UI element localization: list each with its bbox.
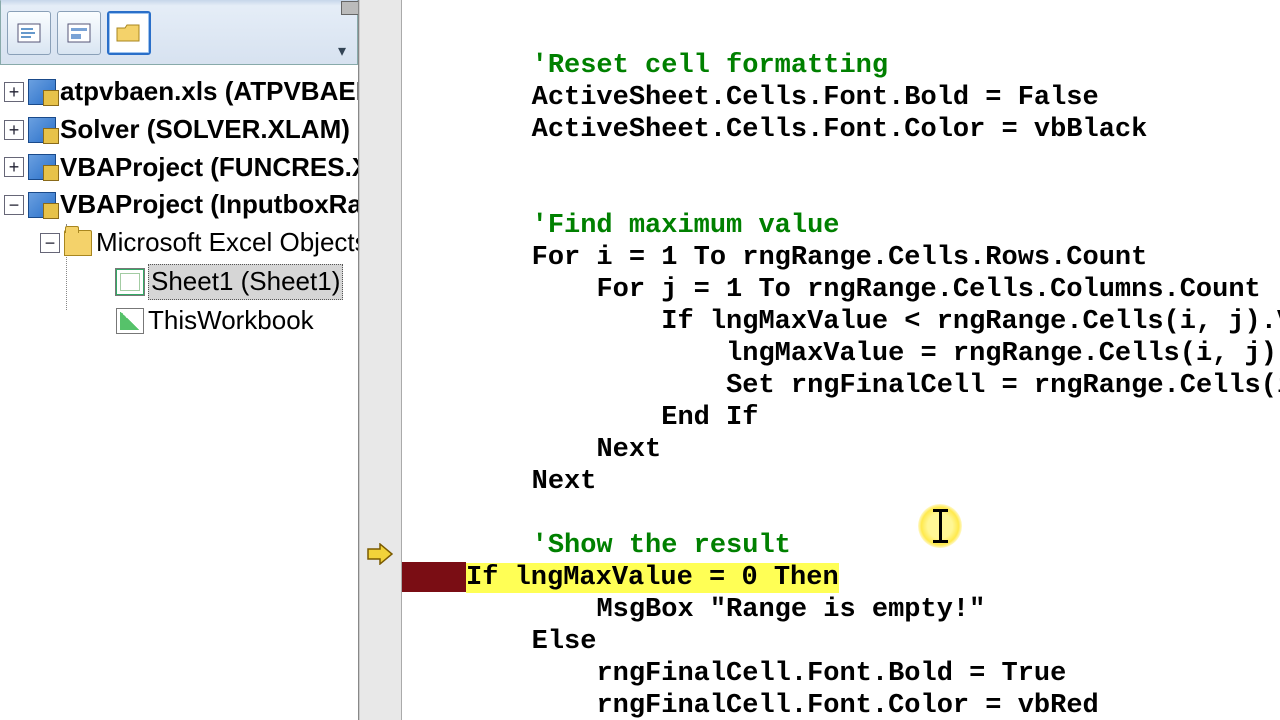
code-line: For j = 1 To rngRange.Cells.Columns.Coun… [596,275,1260,305]
view-code-button[interactable] [7,11,51,55]
tree-node[interactable]: VBAProject (FUNCRES.XLAM) [60,151,358,185]
code-line: lngMaxValue = rngRange.Cells(i, j).Va [726,339,1280,369]
tree-folder[interactable]: Microsoft Excel Objects [96,226,358,260]
code-gutter[interactable] [360,0,402,720]
code-line: Else [532,627,597,657]
view-object-button[interactable] [57,11,101,55]
workbook-icon [116,308,144,334]
code-line: ActiveSheet.Cells.Font.Color = vbBlack [532,115,1148,145]
code-line: MsgBox "Range is empty!" [596,595,985,625]
code-line: Next [532,467,597,497]
tree-workbook[interactable]: ThisWorkbook [148,304,314,338]
text-cursor-highlight [918,504,962,548]
code-line: For i = 1 To rngRange.Cells.Rows.Count [532,243,1148,273]
code-line: If lngMaxValue < rngRange.Cells(i, j).Va… [661,307,1280,337]
project-icon [28,79,56,105]
toggle-folders-button[interactable] [107,11,151,55]
collapse-icon[interactable]: − [40,233,60,253]
project-explorer: ▾ + atpvbaen.xls (ATPVBAEN.XLAM) + Solve… [0,0,360,720]
folder-icon [64,230,92,256]
panel-resize-handle[interactable] [341,1,359,15]
tree-sheet[interactable]: Sheet1 (Sheet1) [148,264,343,300]
code-line: rngFinalCell.Font.Bold = True [596,659,1066,689]
project-icon [28,192,56,218]
current-exec-line: If lngMaxValue = 0 Then [466,563,839,593]
sheet-icon [116,269,144,295]
project-tree[interactable]: + atpvbaen.xls (ATPVBAEN.XLAM) + Solver … [0,65,358,720]
code-line: Set rngFinalCell = rngRange.Cells(i, [726,371,1280,401]
code-line: End If [661,403,758,433]
expand-icon[interactable]: + [4,120,24,140]
project-toolbar: ▾ [0,0,358,65]
code-comment: 'Find maximum value [532,211,840,241]
project-icon [28,117,56,143]
tree-node[interactable]: atpvbaen.xls (ATPVBAEN.XLAM) [60,75,358,109]
tree-node[interactable]: Solver (SOLVER.XLAM) [60,113,350,147]
project-icon [28,154,56,180]
code-comment: 'Show the result [532,531,791,561]
code-editor[interactable]: 'Reset cell formatting ActiveSheet.Cells… [402,0,1280,720]
collapse-icon[interactable]: − [4,195,24,215]
expand-icon[interactable]: + [4,82,24,102]
code-pane: 'Reset cell formatting ActiveSheet.Cells… [360,0,1280,720]
breakpoint-marker[interactable] [402,562,466,592]
code-line: ActiveSheet.Cells.Font.Bold = False [532,83,1099,113]
code-line: rngFinalCell.Font.Color = vbRed [596,691,1098,720]
code-line: Next [596,435,661,465]
tree-node[interactable]: VBAProject (InputboxRange.xlsm) [60,188,358,222]
execution-pointer-icon [366,542,394,566]
code-comment: 'Reset cell formatting [532,51,888,81]
expand-icon[interactable]: + [4,157,24,177]
